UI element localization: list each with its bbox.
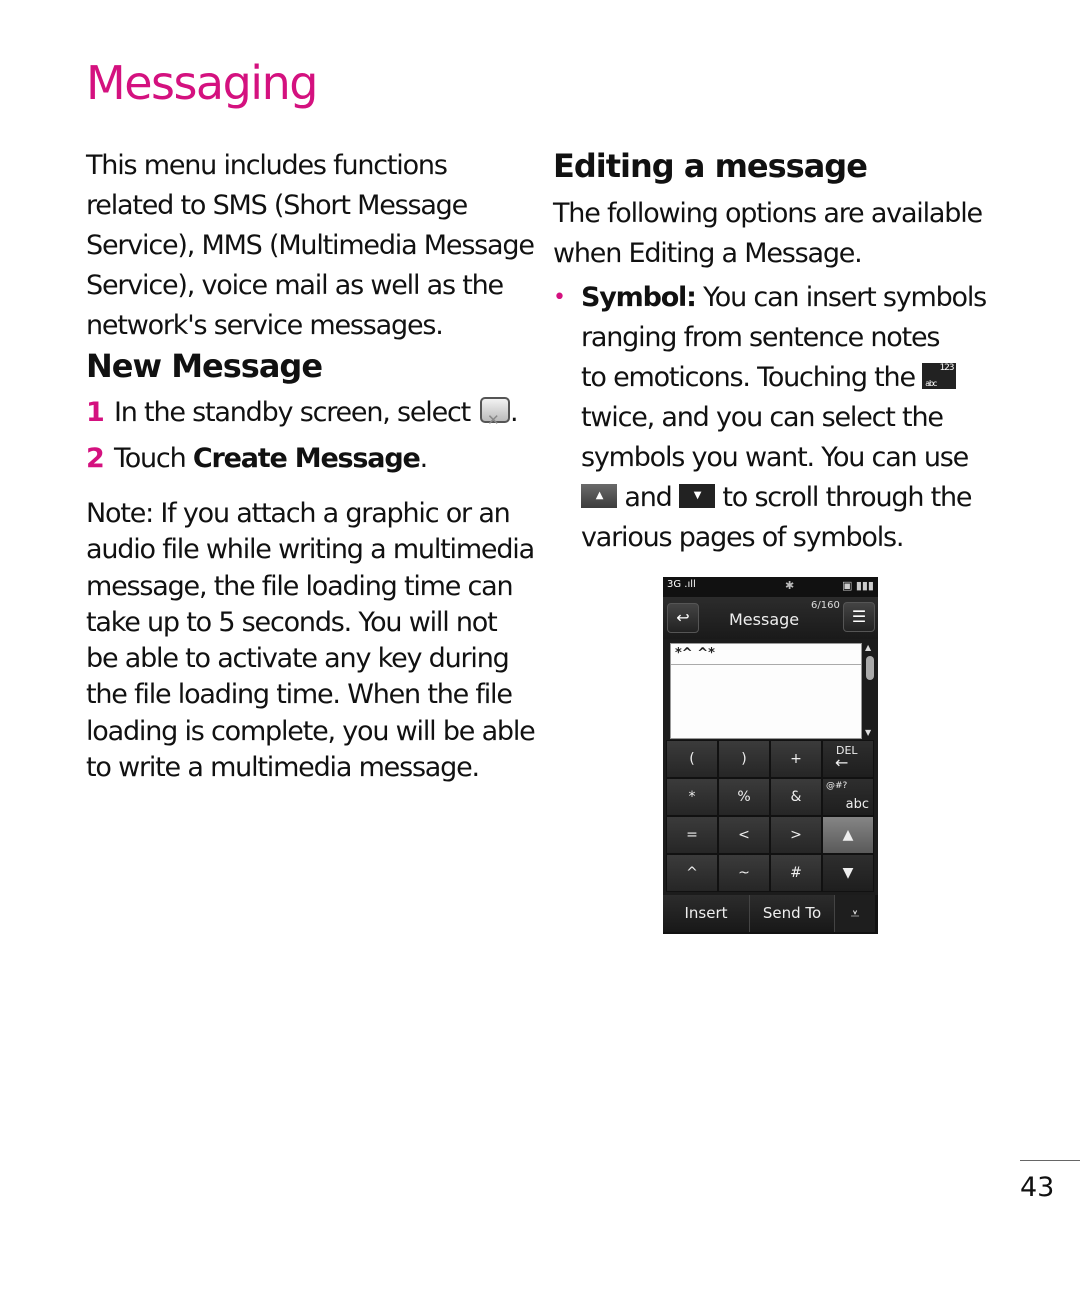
note-line: be able to activate any key during — [86, 643, 510, 675]
key-plus[interactable]: + — [770, 740, 822, 778]
scrollbar[interactable]: ▲ ▼ — [864, 643, 876, 737]
more-options-icon[interactable]: ⩡ — [835, 895, 875, 932]
key-equals[interactable]: = — [666, 816, 718, 854]
bullet-marker: • — [553, 285, 566, 310]
new-message-steps: 1 In the standby screen, select . 2 Touc… — [86, 390, 536, 482]
key-less-than[interactable]: < — [718, 816, 770, 854]
bluetooth-icon: ✱ — [785, 579, 795, 592]
key-percent[interactable]: % — [718, 778, 770, 816]
abc-mode-label: abc — [845, 797, 869, 812]
scroll-up-arrow[interactable]: ▲ — [865, 643, 871, 652]
step-text: In the standby screen, select — [114, 397, 471, 428]
message-text[interactable]: *^ ^* — [671, 644, 861, 665]
symbol-mode-label: @#? — [826, 781, 848, 791]
editing-intro: The following options are available when… — [553, 194, 993, 274]
scroll-thumb[interactable] — [866, 656, 874, 680]
bullet-text: to scroll through the — [714, 482, 972, 513]
send-to-button[interactable]: Send To — [750, 895, 835, 932]
note-paragraph: Note: If you attach a graphic or an audi… — [86, 496, 536, 786]
step-number: 1 — [86, 397, 105, 428]
key-caret[interactable]: ^ — [666, 854, 718, 892]
step-suffix: . — [510, 397, 519, 428]
intro-line: network's service messages. — [86, 310, 444, 341]
message-input[interactable]: *^ ^* — [670, 643, 862, 739]
step-suffix: . — [419, 443, 429, 474]
page-number-rule — [1020, 1160, 1080, 1161]
intro-line: Service), MMS (Multimedia Message — [86, 230, 535, 261]
note-line: to write a multimedia message. — [86, 752, 480, 784]
scroll-down-arrow[interactable]: ▼ — [865, 728, 871, 737]
bullet-text: and — [617, 482, 679, 513]
bottom-action-bar: Insert Send To ⩡ — [663, 895, 878, 934]
intro-line: The following options are available — [553, 198, 983, 229]
note-line: take up to 5 seconds. You will not — [86, 606, 498, 638]
step-text: Touch — [114, 443, 193, 474]
insert-button[interactable]: Insert — [663, 895, 750, 932]
key-greater-than[interactable]: > — [770, 816, 822, 854]
note-line: the file loading time. When the file — [86, 679, 513, 711]
status-bar: 3G .ıll ✱ ▣ ▮▮▮ — [663, 577, 878, 597]
bullet-text: ranging from sentence notes — [581, 322, 940, 353]
step-bold-text: Create Message — [192, 443, 421, 474]
note-line: Note: If you attach a graphic or an — [86, 498, 511, 529]
battery-icon: ▣ ▮▮▮ — [841, 579, 874, 592]
message-header: ↩ Message 6/160 ☰ — [663, 597, 878, 639]
key-tilde[interactable]: ~ — [718, 854, 770, 892]
key-asterisk[interactable]: * — [666, 778, 718, 816]
intro-paragraph: This menu includes functions related to … — [86, 146, 536, 346]
key-open-paren[interactable]: ( — [666, 740, 718, 778]
editing-heading: Editing a message — [553, 147, 868, 185]
intro-line: Service), voice mail as well as the — [86, 270, 504, 301]
step-item: 1 In the standby screen, select . — [86, 390, 536, 443]
abc-icon-bottom: 123 — [939, 362, 955, 373]
symbol-keypad: ( ) + DEL ← * % & @#? abc = < > ▲ ^ ~ # … — [666, 740, 876, 892]
backspace-arrow-icon: ← — [835, 753, 849, 772]
note-line: audio file while writing a multimedia — [86, 534, 535, 566]
scroll-down-icon: ▼ — [678, 483, 715, 508]
note-line: message, the file loading time can — [86, 570, 514, 602]
symbol-description: Symbol: You can insert symbols ranging f… — [581, 278, 993, 558]
symbol-label: Symbol: — [581, 282, 697, 313]
key-close-paren[interactable]: ) — [718, 740, 770, 778]
phone-screenshot: 3G .ıll ✱ ▣ ▮▮▮ ↩ Message 6/160 ☰ *^ ^* … — [663, 577, 878, 934]
mode-toggle-key[interactable]: @#? abc — [822, 778, 874, 816]
key-ampersand[interactable]: & — [770, 778, 822, 816]
bullet-text: to emoticons. Touching the — [581, 362, 916, 393]
page-down-key[interactable]: ▼ — [822, 854, 874, 892]
char-counter: 6/160 — [811, 600, 840, 611]
page-title: Messaging — [86, 56, 318, 110]
page-up-key[interactable]: ▲ — [822, 816, 874, 854]
page-number: 43 — [1020, 1172, 1055, 1203]
bullet-text: symbols you want. You can use — [581, 442, 969, 473]
intro-line: related to SMS (Short Message — [86, 190, 468, 221]
new-message-heading: New Message — [86, 347, 323, 385]
abc-icon-top: abc — [925, 378, 937, 388]
step-item: 2 Touch Create Message . — [86, 436, 536, 482]
signal-icon: 3G .ıll — [667, 579, 696, 590]
delete-key[interactable]: DEL ← — [822, 740, 874, 778]
bullet-text: twice, and you can select the — [581, 402, 944, 433]
note-line: loading is complete, you will be able — [86, 715, 536, 747]
intro-line: when Editing a Message. — [553, 238, 863, 269]
scroll-up-icon: ▲ — [581, 483, 617, 508]
left-column: This menu includes functions related to … — [86, 146, 536, 786]
bullet-text: various pages of symbols. — [581, 522, 904, 553]
intro-line: This menu includes functions — [86, 150, 448, 181]
screen-title: Message — [729, 610, 800, 629]
abc-123-icon: abc 123 — [922, 362, 957, 389]
menu-button[interactable]: ☰ — [843, 602, 875, 632]
bullet-text: You can insert symbols — [695, 282, 987, 313]
right-column: Editing a message The following options … — [553, 146, 993, 558]
back-button[interactable]: ↩ — [667, 603, 699, 633]
key-hash[interactable]: # — [770, 854, 822, 892]
step-number: 2 — [86, 443, 105, 474]
symbol-bullet: • Symbol: You can insert symbols ranging… — [553, 278, 993, 558]
message-icon — [480, 397, 511, 443]
